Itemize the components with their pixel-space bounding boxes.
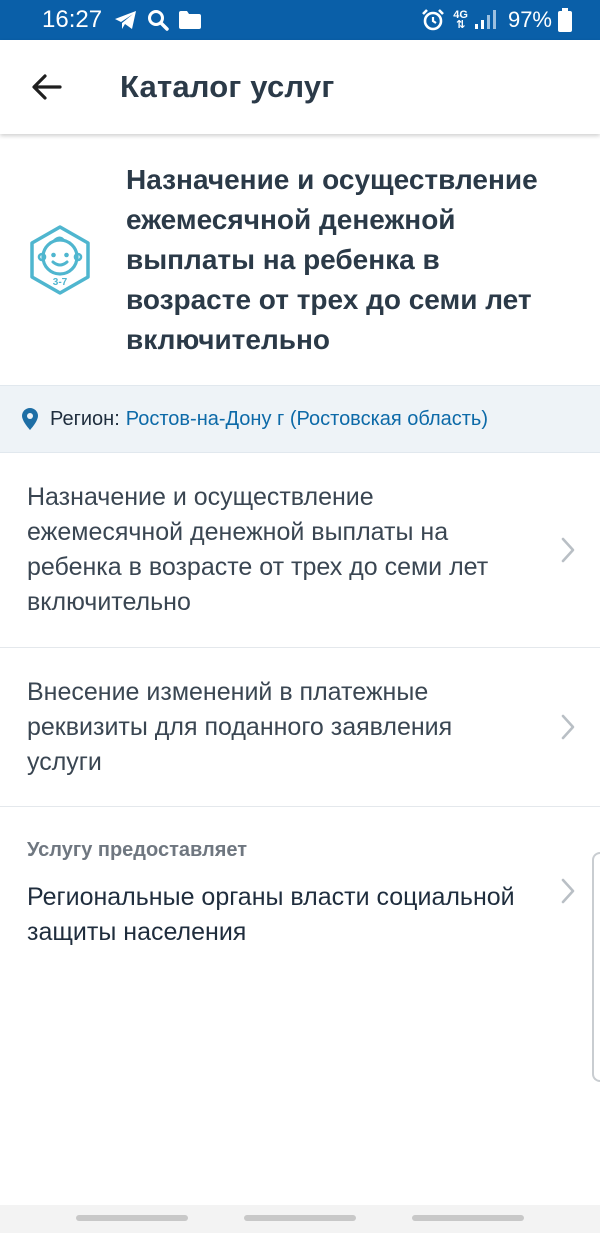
- status-bar: 16:27 4G ⇅ 97%: [0, 0, 600, 40]
- service-title: Назначение и осуществление ежемесячной д…: [126, 163, 538, 355]
- region-link[interactable]: Ростов-на-Дону г (Ростовская область): [126, 408, 488, 431]
- system-nav-bar: [0, 1205, 600, 1233]
- alarm-icon: [421, 8, 445, 32]
- search-icon: [146, 8, 170, 32]
- provider-name: Региональные органы власти социальной за…: [27, 883, 515, 946]
- battery-percent: 97%: [507, 7, 552, 32]
- network-type: 4G ⇅: [453, 10, 468, 31]
- list-item-label: Внесение изменений в платежные реквизиты…: [27, 677, 453, 776]
- list-item-label: Назначение и осуществление ежемесячной д…: [27, 483, 489, 616]
- nav-back-button[interactable]: [412, 1215, 524, 1221]
- app-bar: Каталог услуг: [0, 40, 600, 134]
- chevron-right-icon: [561, 878, 575, 904]
- list-item-apply[interactable]: Назначение и осуществление ежемесячной д…: [0, 453, 600, 648]
- edge-panel-handle[interactable]: [592, 852, 600, 1082]
- telegram-icon: [114, 9, 138, 31]
- nav-home-button[interactable]: [244, 1215, 356, 1221]
- child-3-7-icon: 3-7: [24, 224, 96, 296]
- service-provider[interactable]: Услугу предоставляет Региональные органы…: [0, 807, 600, 957]
- location-pin-icon: [22, 408, 38, 430]
- region-bar[interactable]: Регион: Ростов-на-Дону г (Ростовская обл…: [0, 385, 600, 453]
- list-item-change-requisites[interactable]: Внесение изменений в платежные реквизиты…: [0, 648, 600, 807]
- folder-icon: [178, 10, 202, 30]
- signal-icon: [474, 10, 496, 30]
- chevron-right-icon: [561, 714, 575, 740]
- chevron-right-icon: [561, 537, 575, 563]
- nav-recents-button[interactable]: [76, 1215, 188, 1221]
- data-arrows-icon: ⇅: [456, 19, 466, 31]
- status-time: 16:27: [42, 6, 103, 33]
- provider-caption: Услугу предоставляет: [27, 839, 248, 861]
- icon-age-label: 3-7: [53, 277, 68, 288]
- battery-icon: [558, 8, 572, 32]
- service-header: 3-7 Назначение и осуществление ежемесячн…: [0, 134, 600, 385]
- back-button[interactable]: [14, 54, 80, 120]
- arrow-left-icon: [32, 74, 62, 100]
- page-title: Каталог услуг: [120, 69, 335, 104]
- region-label: Регион:: [50, 407, 120, 430]
